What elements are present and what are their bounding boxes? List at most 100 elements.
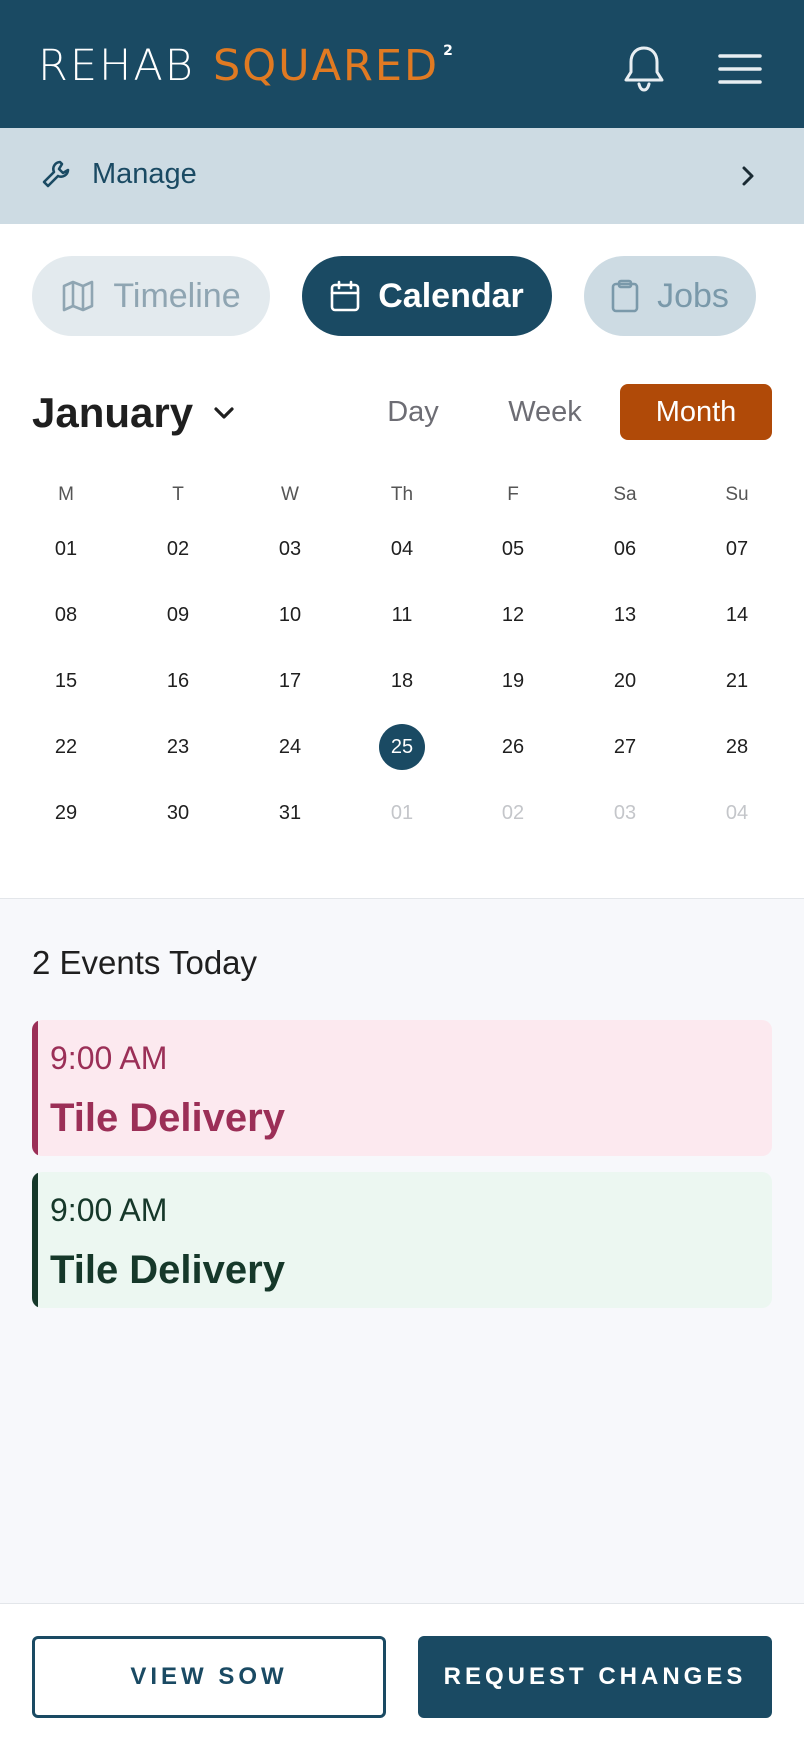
calendar-day[interactable]: 13 bbox=[585, 590, 665, 640]
chevron-right-icon bbox=[742, 166, 754, 186]
calendar-day[interactable]: 31 bbox=[250, 788, 330, 838]
calendar-day-label: 15 bbox=[54, 670, 78, 692]
month-selector[interactable]: January bbox=[32, 387, 235, 439]
event-color-bar bbox=[32, 1020, 38, 1156]
calendar-day[interactable]: 27 bbox=[585, 722, 665, 772]
calendar-day-label: 07 bbox=[725, 538, 749, 560]
weekday-label: F bbox=[507, 484, 519, 505]
calendar-day[interactable]: 19 bbox=[473, 656, 553, 706]
clipboard-icon bbox=[611, 279, 639, 313]
range-month-button[interactable]: Month bbox=[620, 384, 772, 440]
calendar-day[interactable]: 11 bbox=[362, 590, 442, 640]
calendar-day[interactable]: 09 bbox=[138, 590, 218, 640]
app-header: REHAB SQUARED 2 bbox=[0, 0, 804, 128]
calendar-day[interactable]: 01 bbox=[362, 788, 442, 838]
event-name: Tile Delivery bbox=[50, 1248, 285, 1292]
calendar-icon bbox=[330, 280, 360, 312]
weekday-label: M bbox=[58, 484, 74, 505]
calendar-day[interactable]: 06 bbox=[585, 524, 665, 574]
calendar-day-label: 14 bbox=[725, 604, 749, 626]
action-footer: VIEW SOW REQUEST CHANGES bbox=[0, 1603, 804, 1748]
calendar-day-label: 06 bbox=[613, 538, 637, 560]
calendar-day-label: 30 bbox=[166, 802, 190, 824]
tab-timeline[interactable]: Timeline bbox=[32, 256, 270, 336]
calendar-day[interactable]: 18 bbox=[362, 656, 442, 706]
manage-bar[interactable]: Manage bbox=[0, 128, 804, 224]
range-day-button[interactable]: Day bbox=[378, 384, 448, 440]
tab-calendar-label: Calendar bbox=[378, 276, 524, 315]
calendar-day[interactable]: 30 bbox=[138, 788, 218, 838]
range-week-button[interactable]: Week bbox=[500, 384, 590, 440]
calendar-day-label: 23 bbox=[166, 736, 190, 758]
calendar-day[interactable]: 28 bbox=[697, 722, 777, 772]
manage-label: Manage bbox=[92, 158, 197, 190]
weekday-label: W bbox=[281, 484, 299, 505]
calendar-day[interactable]: 04 bbox=[697, 788, 777, 838]
calendar-day-label: 16 bbox=[166, 670, 190, 692]
weekday-header: M T W Th F Sa Su bbox=[10, 484, 794, 514]
calendar-day[interactable]: 05 bbox=[473, 524, 553, 574]
calendar-day[interactable]: 08 bbox=[26, 590, 106, 640]
calendar-day[interactable]: 20 bbox=[585, 656, 665, 706]
calendar-day[interactable]: 29 bbox=[26, 788, 106, 838]
calendar-day-label: 05 bbox=[501, 538, 525, 560]
calendar-day-label: 21 bbox=[725, 670, 749, 692]
calendar-panel: Timeline Calendar Jobs January Day Week … bbox=[0, 224, 804, 899]
calendar-day-label: 08 bbox=[54, 604, 78, 626]
calendar-day[interactable]: 17 bbox=[250, 656, 330, 706]
calendar-day-label: 11 bbox=[391, 604, 413, 626]
logo-rehab: REHAB bbox=[38, 41, 195, 91]
calendar-day-label: 24 bbox=[278, 736, 302, 758]
bell-icon[interactable] bbox=[620, 44, 668, 94]
calendar-day-label: 02 bbox=[166, 538, 190, 560]
calendar-day[interactable]: 02 bbox=[138, 524, 218, 574]
calendar-day-label: 31 bbox=[278, 802, 302, 824]
event-card[interactable]: 9:00 AM Tile Delivery bbox=[32, 1020, 772, 1156]
calendar-day[interactable]: 22 bbox=[26, 722, 106, 772]
calendar-day[interactable]: 04 bbox=[362, 524, 442, 574]
calendar-day[interactable]: 14 bbox=[697, 590, 777, 640]
calendar-day[interactable]: 03 bbox=[585, 788, 665, 838]
calendar-day-label: 22 bbox=[54, 736, 78, 758]
calendar-day[interactable]: 16 bbox=[138, 656, 218, 706]
calendar-day-label: 03 bbox=[613, 802, 637, 824]
logo-squared: SQUARED bbox=[212, 41, 440, 91]
calendar-day-today[interactable]: 25 bbox=[362, 722, 442, 772]
weekday-label: Sa bbox=[613, 484, 637, 505]
calendar-day[interactable]: 15 bbox=[26, 656, 106, 706]
calendar-day[interactable]: 01 bbox=[26, 524, 106, 574]
calendar-day-label: 01 bbox=[390, 802, 414, 824]
event-card[interactable]: 9:00 AM Tile Delivery bbox=[32, 1172, 772, 1308]
view-sow-button[interactable]: VIEW SOW bbox=[32, 1636, 386, 1718]
event-name: Tile Delivery bbox=[50, 1096, 285, 1140]
calendar-day[interactable]: 12 bbox=[473, 590, 553, 640]
map-icon bbox=[63, 280, 94, 312]
calendar-day[interactable]: 21 bbox=[697, 656, 777, 706]
hamburger-menu-icon[interactable] bbox=[718, 52, 762, 86]
calendar-day[interactable]: 26 bbox=[473, 722, 553, 772]
tab-jobs[interactable]: Jobs bbox=[584, 256, 756, 336]
tab-calendar[interactable]: Calendar bbox=[302, 256, 552, 336]
calendar-day[interactable]: 07 bbox=[697, 524, 777, 574]
calendar-day-label: 18 bbox=[390, 670, 414, 692]
calendar-day-label: 20 bbox=[613, 670, 637, 692]
calendar-day[interactable]: 23 bbox=[138, 722, 218, 772]
weekday-label: Su bbox=[725, 484, 749, 505]
calendar-day-label: 28 bbox=[725, 736, 749, 758]
event-color-bar bbox=[32, 1172, 38, 1308]
calendar-day-label: 03 bbox=[278, 538, 302, 560]
calendar-day[interactable]: 10 bbox=[250, 590, 330, 640]
calendar-day-label: 09 bbox=[166, 604, 190, 626]
calendar-day[interactable]: 02 bbox=[473, 788, 553, 838]
calendar-day-label: 10 bbox=[278, 604, 302, 626]
calendar-day[interactable]: 24 bbox=[250, 722, 330, 772]
calendar-day-label: 04 bbox=[390, 538, 414, 560]
calendar-day[interactable]: 03 bbox=[250, 524, 330, 574]
calendar-day-label: 25 bbox=[379, 724, 425, 770]
calendar-day-label: 13 bbox=[613, 604, 637, 626]
rehab-squared-logo[interactable]: REHAB SQUARED 2 bbox=[38, 38, 455, 94]
calendar-day-label: 27 bbox=[613, 736, 637, 758]
request-changes-button[interactable]: REQUEST CHANGES bbox=[418, 1636, 772, 1718]
calendar-day-label: 26 bbox=[501, 736, 525, 758]
calendar-day-label: 19 bbox=[501, 670, 525, 692]
